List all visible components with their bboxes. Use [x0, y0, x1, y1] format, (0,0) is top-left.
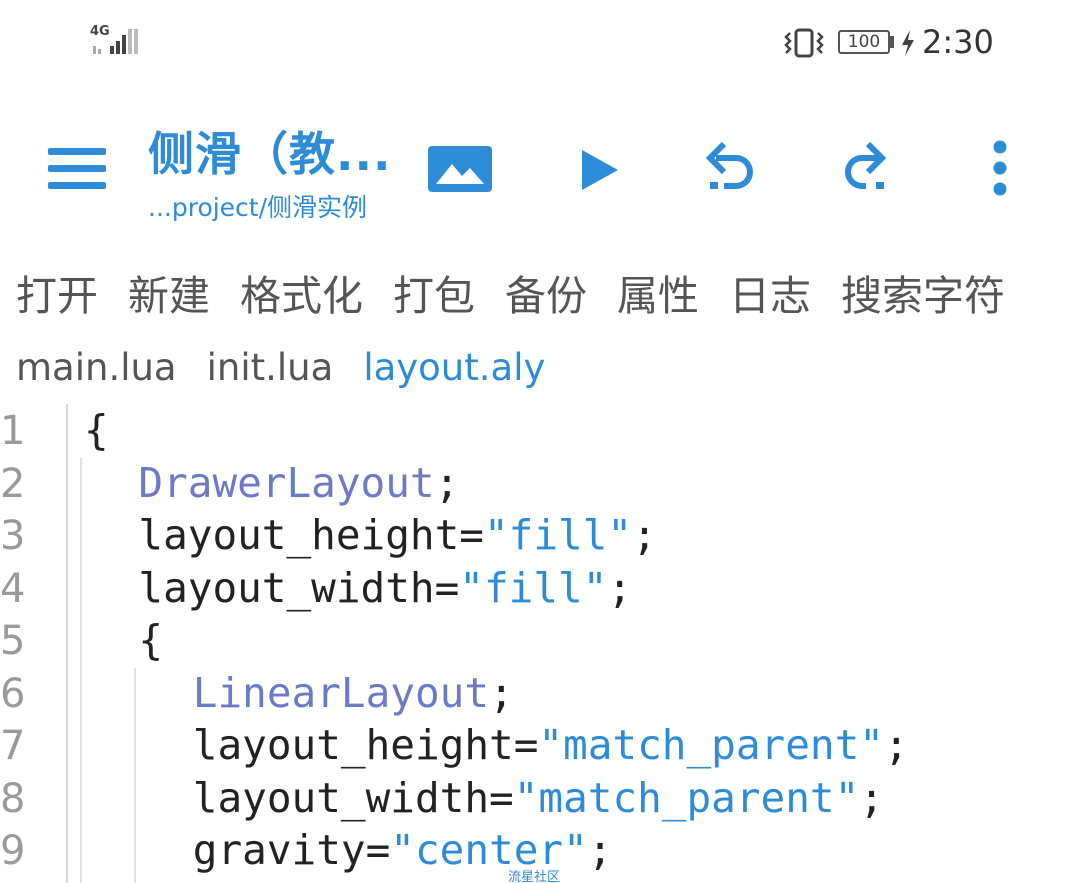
line-number: 6 — [0, 670, 26, 717]
code-editor[interactable]: 1{2 DrawerLayout; 3 layout_height="fill"; 4 l… — [0, 404, 1079, 883]
project-title: 侧滑（教... — [148, 127, 392, 181]
redo-icon[interactable] — [836, 138, 894, 196]
code-line: 3 layout_height="fill"; — [0, 511, 1079, 563]
menu-log[interactable]: 日志 — [729, 262, 811, 322]
code-line: 1{ — [0, 406, 1079, 458]
code-text: { — [138, 616, 163, 664]
code-text: DrawerLayout; — [138, 459, 459, 507]
undo-icon[interactable] — [702, 138, 760, 196]
code-token: layout_width= — [192, 773, 514, 822]
line-number: 4 — [0, 565, 26, 612]
code-token: ; — [859, 773, 884, 822]
menu-format[interactable]: 格式化 — [240, 262, 363, 322]
line-number: 5 — [0, 618, 26, 664]
code-string: "fill" — [459, 563, 608, 612]
tab-layout-aly[interactable]: layout.aly — [363, 346, 545, 389]
code-line: 7 layout_height="match_parent"; — [0, 721, 1079, 773]
code-string: "match_parent" — [513, 773, 860, 822]
code-token: ; — [632, 511, 657, 559]
code-line: 5{ — [0, 616, 1079, 668]
image-icon[interactable] — [428, 146, 492, 192]
code-token: gravity= — [192, 826, 391, 874]
line-number: 3 — [0, 513, 26, 559]
screen: 4G 100 2:30 侧滑（教... ...project/侧滑实例 打开 新… — [0, 0, 1079, 883]
code-text: { — [84, 406, 109, 454]
status-time: 2:30 — [922, 23, 994, 61]
menu-new[interactable]: 新建 — [128, 262, 210, 322]
app-toolbar: 侧滑（教... ...project/侧滑实例 — [0, 100, 1079, 240]
code-line: 8 layout_width="match_parent"; — [0, 774, 1079, 826]
line-number: 7 — [0, 723, 26, 769]
menu-properties[interactable]: 属性 — [617, 262, 699, 322]
code-token: ; — [489, 668, 514, 717]
code-token: layout_width= — [138, 563, 460, 612]
code-token: ; — [607, 563, 633, 612]
code-token: ; — [883, 721, 909, 769]
watermark: 流星社区 — [508, 870, 561, 883]
charging-icon — [899, 28, 917, 58]
code-keyword: LinearLayout — [192, 668, 490, 717]
code-text: LinearLayout; — [193, 669, 514, 717]
battery-tip — [890, 36, 894, 48]
code-line: 4 layout_width="fill"; — [0, 564, 1079, 616]
code-string: "fill" — [483, 511, 633, 559]
code-text: layout_width="fill"; — [138, 564, 632, 612]
line-number: 9 — [0, 828, 26, 874]
code-token: ; — [587, 826, 613, 874]
project-path: ...project/侧滑实例 — [148, 193, 368, 222]
file-tabs: main.lua init.lua layout.aly — [0, 346, 559, 392]
line-number: 2 — [0, 460, 26, 507]
more-vert-icon[interactable] — [990, 140, 1010, 196]
code-text: layout_height="match_parent"; — [193, 721, 909, 769]
code-line: 2 DrawerLayout; — [0, 459, 1079, 511]
status-bar: 4G 100 2:30 — [0, 0, 1079, 90]
code-token: { — [138, 616, 164, 664]
battery-indicator: 100 — [838, 30, 890, 54]
menu-backup[interactable]: 备份 — [505, 262, 587, 322]
code-text: layout_width="match_parent"; — [193, 774, 884, 822]
code-token: layout_height= — [138, 511, 484, 559]
menu-search[interactable]: 搜索字符 — [841, 262, 1005, 322]
menu-package[interactable]: 打包 — [393, 262, 475, 322]
play-icon[interactable] — [580, 148, 620, 192]
code-token: ; — [434, 458, 460, 507]
signal-icon: 4G — [90, 24, 146, 58]
menu-open[interactable]: 打开 — [16, 262, 98, 322]
tab-main-lua[interactable]: main.lua — [16, 346, 177, 389]
line-number: 1 — [0, 408, 26, 454]
code-string: "match_parent" — [538, 721, 884, 769]
code-text: layout_height="fill"; — [138, 511, 656, 559]
menu-icon[interactable] — [48, 148, 110, 190]
code-token: layout_height= — [192, 721, 539, 769]
action-menu: 打开 新建 格式化 打包 备份 属性 日志 搜索字符 — [0, 262, 1079, 322]
tab-init-lua[interactable]: init.lua — [207, 346, 334, 389]
code-token: { — [84, 406, 109, 454]
vibrate-icon — [782, 27, 826, 59]
code-keyword: DrawerLayout — [138, 458, 435, 507]
line-number: 8 — [0, 775, 26, 822]
code-line: 6 LinearLayout; — [0, 669, 1079, 721]
